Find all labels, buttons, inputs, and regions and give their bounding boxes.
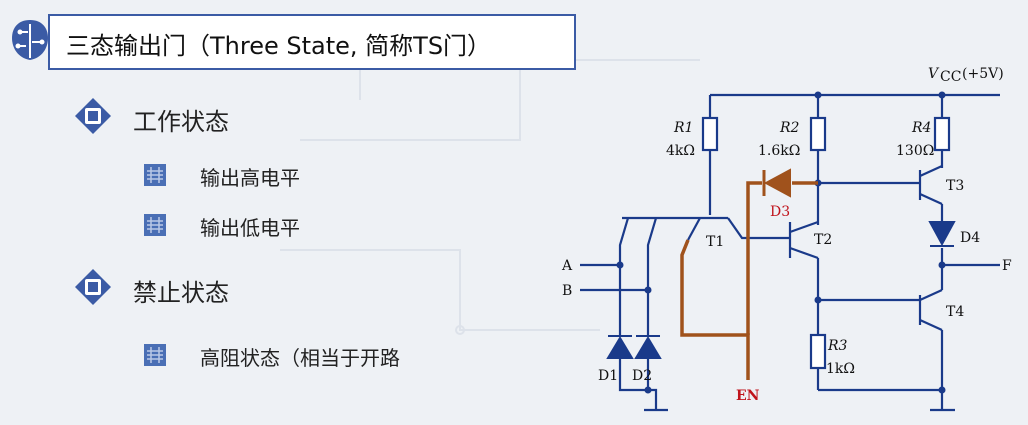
section-heading-disabled: 禁止状态: [133, 279, 229, 307]
t2-label: T2: [814, 232, 832, 248]
r4-value: 130Ω: [896, 143, 934, 159]
t1-label: T1: [706, 234, 724, 250]
d2-label: D2: [632, 368, 652, 384]
input-b-label: B: [562, 283, 572, 299]
t4-label: T4: [946, 304, 964, 320]
chip-icon: [75, 98, 111, 134]
section-heading-working: 工作状态: [133, 108, 229, 136]
ts-gate-circuit: V CC (+5V) R1 4kΩ R2 1.6kΩ R4 130Ω R3 1k…: [561, 66, 1012, 412]
r2-value: 1.6kΩ: [758, 143, 800, 159]
chip-icon: [75, 269, 111, 305]
output-f-label: F: [1002, 258, 1012, 274]
d3-label: D3: [770, 204, 790, 220]
title-box: 三态输出门（Three State, 简称TS门）: [48, 14, 576, 70]
bullet-icon: [144, 164, 166, 186]
item-low-output: 输出低电平: [200, 216, 300, 240]
vcc-sub-label: CC: [940, 69, 961, 85]
enable-label: EN: [736, 388, 760, 404]
t3-label: T3: [946, 178, 964, 194]
r1-value: 4kΩ: [666, 143, 695, 159]
input-a-label: A: [561, 258, 573, 274]
slide-title: 三态输出门（Three State, 简称TS门）: [66, 32, 492, 60]
r2-label: R2: [779, 120, 800, 136]
item-high-impedance: 高阻状态（相当于开路: [200, 346, 400, 370]
d1-label: D1: [598, 368, 618, 384]
r1-label: R1: [673, 120, 693, 136]
item-high-output: 输出高电平: [200, 166, 300, 190]
r3-label: R3: [827, 338, 848, 354]
d4-label: D4: [960, 230, 980, 246]
r3-value: 1kΩ: [826, 361, 855, 377]
r4-label: R4: [911, 120, 931, 136]
vcc-label: V: [928, 66, 940, 82]
bullet-icon: [144, 214, 166, 236]
vcc-value-label: (+5V): [962, 66, 1004, 82]
bullet-icon: [144, 344, 166, 366]
